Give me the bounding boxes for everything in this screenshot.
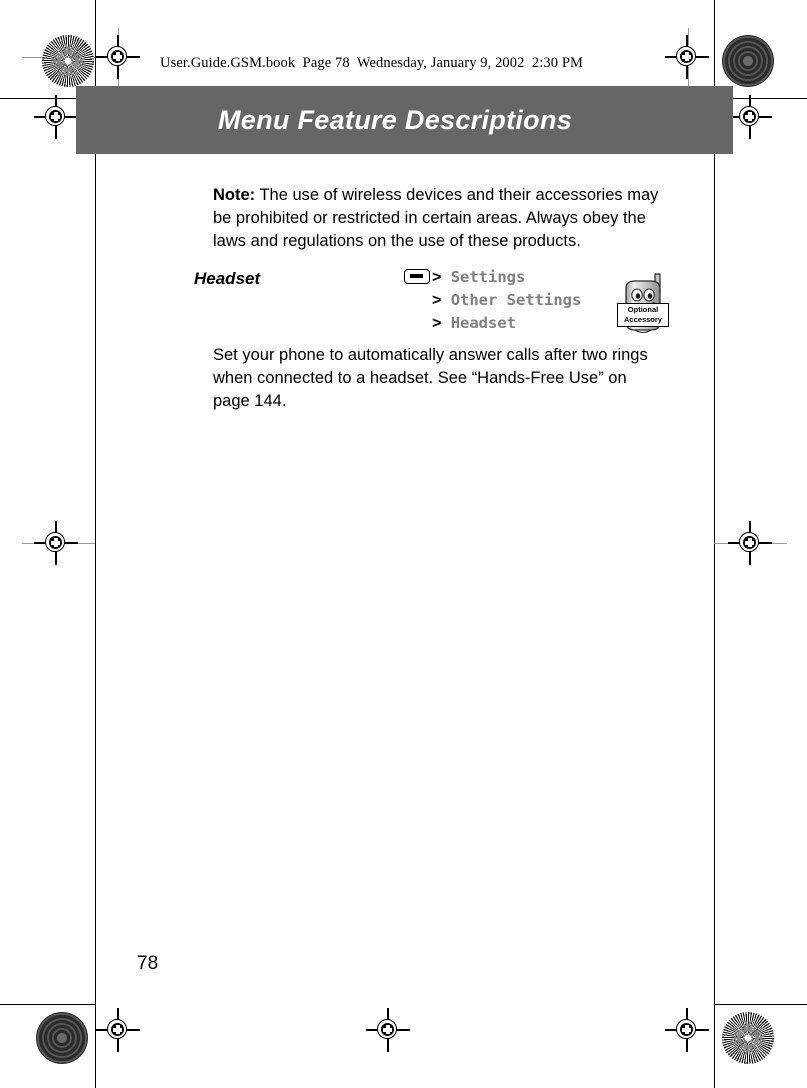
trim-line-left-body xyxy=(95,98,96,1028)
chapter-title: Menu Feature Descriptions xyxy=(218,105,573,135)
menu-path-step: > Settings xyxy=(404,266,581,289)
registration-target-icon xyxy=(34,521,78,565)
halftone-density-target-icon xyxy=(36,1012,88,1064)
registration-target-icon xyxy=(96,35,140,79)
feature-description-paragraph: Set your phone to automatically answer c… xyxy=(213,346,648,410)
menu-key-icon xyxy=(404,269,430,284)
note-paragraph: Note: The use of wireless devices and th… xyxy=(213,184,668,253)
note-text: The use of wireless devices and their ac… xyxy=(213,186,659,250)
accessory-badge-sign: Optional Accessory xyxy=(617,303,669,327)
registration-target-icon xyxy=(665,1008,709,1052)
path-separator: > xyxy=(432,269,442,286)
starburst-density-target-icon xyxy=(722,1012,774,1064)
file-info-slug: User.Guide.GSM.book Page 78 Wednesday, J… xyxy=(160,55,583,71)
registration-target-icon xyxy=(665,35,709,79)
trim-line-right-body xyxy=(714,98,715,1028)
accessory-badge-line2: Accessory xyxy=(624,314,662,324)
registration-target-icon xyxy=(96,1008,140,1052)
trim-line-right-top xyxy=(714,0,715,98)
trim-line-bottom-right xyxy=(714,1004,807,1005)
starburst-density-target-icon xyxy=(42,35,94,87)
path-separator: > xyxy=(432,292,442,309)
registration-target-icon xyxy=(728,521,772,565)
accessory-badge-line1: Optional xyxy=(627,305,659,314)
menu-path-label: Headset xyxy=(450,314,517,332)
path-separator: > xyxy=(432,315,442,332)
feature-heading-headset: Headset xyxy=(194,269,261,288)
menu-path-label: Settings xyxy=(450,268,526,286)
halftone-density-target-icon xyxy=(722,35,774,87)
trim-line-bottom-left xyxy=(0,1004,95,1005)
menu-navigation-path: > Settings > Other Settings > Headset xyxy=(404,266,581,335)
registration-target-icon xyxy=(728,95,772,139)
menu-path-label: Other Settings xyxy=(450,291,582,309)
optional-accessory-badge: Optional Accessory xyxy=(615,272,671,334)
registration-target-icon xyxy=(366,1008,410,1052)
note-label: Note: xyxy=(213,186,256,204)
menu-path-step: > Other Settings xyxy=(404,289,581,312)
registration-target-icon xyxy=(34,95,78,139)
page-number: 78 xyxy=(137,953,159,974)
chapter-header-band: Menu Feature Descriptions xyxy=(76,86,733,154)
trim-line-right-bottom xyxy=(714,1004,715,1088)
menu-path-step: > Headset xyxy=(404,312,581,335)
